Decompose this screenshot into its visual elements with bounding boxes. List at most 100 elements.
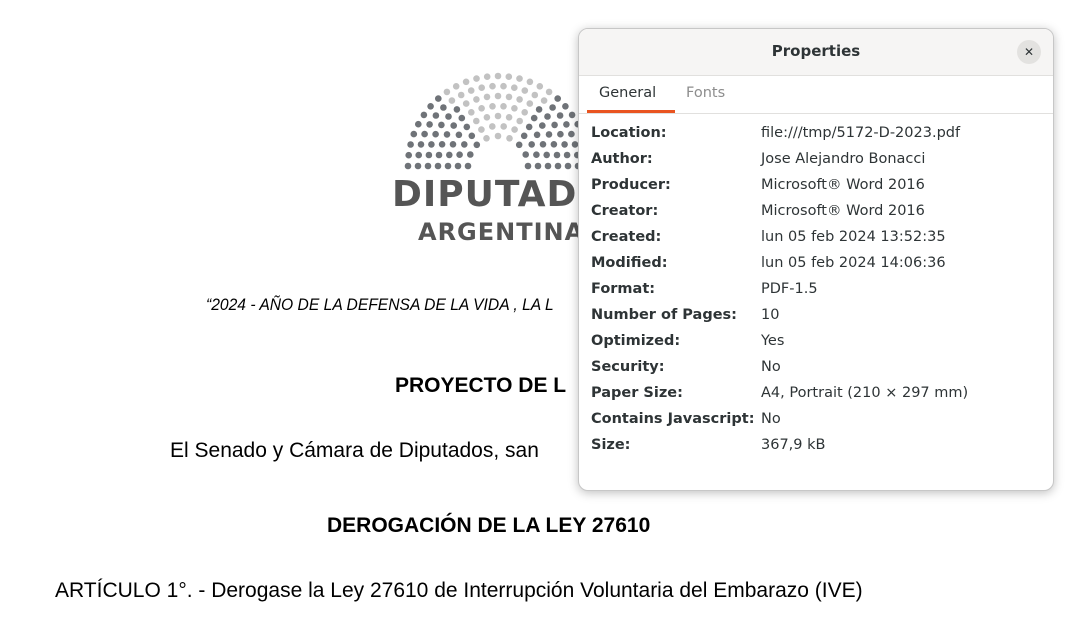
seat-dot bbox=[461, 141, 468, 148]
seat-dot bbox=[494, 72, 502, 80]
close-icon: ✕ bbox=[1023, 45, 1035, 59]
seat-dot bbox=[500, 123, 507, 130]
seat-dot bbox=[420, 111, 428, 119]
seat-dot bbox=[473, 96, 480, 103]
seat-dot bbox=[533, 151, 540, 158]
property-row: Creator: Microsoft® Word 2016 bbox=[591, 201, 1041, 227]
property-value[interactable]: lun 05 feb 2024 13:52:35 bbox=[761, 229, 946, 245]
seat-dot bbox=[524, 162, 532, 170]
seat-dot bbox=[438, 141, 446, 148]
seat-dot bbox=[564, 162, 572, 170]
seat-dot bbox=[561, 141, 568, 148]
seat-dot bbox=[506, 135, 513, 142]
seat-dot bbox=[563, 151, 571, 159]
property-row: Author: Jose Alejandro Bonacci bbox=[591, 149, 1041, 175]
tab-general[interactable]: General bbox=[599, 85, 656, 101]
seat-dot bbox=[445, 113, 452, 120]
property-value[interactable]: 10 bbox=[761, 307, 779, 323]
seat-dot bbox=[473, 75, 480, 82]
seat-dot bbox=[563, 121, 570, 128]
property-row: Security: No bbox=[591, 357, 1041, 383]
seat-dot bbox=[526, 100, 534, 107]
property-value[interactable]: lun 05 feb 2024 14:06:36 bbox=[761, 255, 946, 271]
seat-dot bbox=[536, 83, 544, 90]
property-value[interactable]: No bbox=[761, 359, 781, 375]
property-row: Created: lun 05 feb 2024 13:52:35 bbox=[591, 227, 1041, 253]
document-heading: PROYECTO DE L bbox=[395, 374, 567, 397]
logo-text-argentina: ARGENTINA bbox=[418, 218, 585, 246]
seat-dot bbox=[515, 141, 523, 149]
seat-dot bbox=[505, 73, 513, 80]
active-tab-indicator bbox=[587, 110, 675, 113]
property-value[interactable]: file:///tmp/5172-D-2023.pdf bbox=[761, 125, 960, 141]
pdf-viewer-page: DIPUTADOS ARGENTINA “2024 - AÑO DE LA DE… bbox=[0, 0, 1075, 640]
seat-dot bbox=[526, 78, 534, 86]
seat-dot bbox=[452, 83, 460, 90]
seat-dot bbox=[427, 103, 434, 110]
seat-dot bbox=[456, 151, 463, 158]
seat-dot bbox=[483, 135, 490, 142]
seat-dot bbox=[446, 151, 453, 159]
seat-dot bbox=[544, 113, 551, 120]
seat-dot bbox=[443, 88, 451, 96]
dialog-title: Properties bbox=[771, 42, 861, 60]
seat-dot bbox=[421, 130, 428, 138]
seat-dot bbox=[467, 87, 475, 94]
seat-dot bbox=[534, 162, 542, 170]
seat-dot bbox=[505, 114, 513, 121]
seat-dot bbox=[415, 151, 422, 159]
property-label: Creator: bbox=[591, 203, 659, 219]
seat-dot bbox=[410, 130, 418, 138]
property-value[interactable]: Microsoft® Word 2016 bbox=[761, 177, 925, 193]
seat-dot bbox=[404, 162, 412, 170]
seat-dot bbox=[511, 105, 518, 112]
seat-dot bbox=[494, 92, 502, 100]
property-label: Location: bbox=[591, 125, 667, 141]
properties-dialog: Properties ✕ General Fonts Location: file… bbox=[578, 28, 1054, 491]
seat-dot bbox=[432, 112, 440, 119]
seat-dot bbox=[525, 123, 533, 131]
seat-dot bbox=[407, 141, 414, 148]
seat-dot bbox=[539, 122, 546, 129]
seat-dot bbox=[462, 100, 470, 107]
seat-dot bbox=[489, 82, 496, 90]
property-value[interactable]: Yes bbox=[761, 333, 784, 349]
seat-dot bbox=[432, 130, 439, 138]
property-value[interactable]: 367,9 kB bbox=[761, 437, 825, 453]
property-row: Number of Pages: 10 bbox=[591, 305, 1041, 331]
seat-dot bbox=[568, 130, 575, 138]
seat-dot bbox=[540, 97, 548, 104]
property-label: Format: bbox=[591, 281, 656, 297]
seat-dot bbox=[467, 151, 474, 158]
seat-dot bbox=[543, 151, 550, 159]
property-value[interactable]: PDF-1.5 bbox=[761, 281, 818, 297]
seat-dot bbox=[457, 91, 465, 99]
property-row: Paper Size: A4, Portrait (210 × 297 mm) bbox=[591, 383, 1041, 409]
property-label: Contains Javascript: bbox=[591, 411, 755, 427]
seat-dot bbox=[551, 121, 558, 129]
tab-fonts[interactable]: Fonts bbox=[686, 85, 725, 101]
seat-dot bbox=[511, 126, 518, 133]
seat-dot bbox=[450, 122, 457, 129]
seat-dot bbox=[434, 162, 442, 170]
seat-dot bbox=[448, 97, 456, 104]
seat-dot bbox=[417, 141, 425, 148]
seat-dot bbox=[443, 131, 451, 138]
seat-dot bbox=[520, 132, 528, 140]
seat-dot bbox=[438, 121, 445, 129]
property-value[interactable]: Jose Alejandro Bonacci bbox=[761, 151, 925, 167]
property-row: Optimized: Yes bbox=[591, 331, 1041, 357]
seat-dot bbox=[428, 141, 435, 148]
seat-dot bbox=[462, 78, 470, 86]
property-value[interactable]: A4, Portrait (210 × 297 mm) bbox=[761, 385, 968, 401]
seat-dot bbox=[473, 117, 480, 125]
seat-dot bbox=[483, 93, 491, 101]
properties-list: Location: file:///tmp/5172-D-2023.pdf Auth… bbox=[591, 123, 1041, 461]
seat-dot bbox=[533, 131, 541, 139]
close-button[interactable]: ✕ bbox=[1017, 40, 1041, 64]
seat-dot bbox=[554, 95, 561, 102]
seat-dot bbox=[426, 121, 433, 128]
seat-dot bbox=[553, 151, 561, 159]
property-value[interactable]: No bbox=[761, 411, 781, 427]
property-value[interactable]: Microsoft® Word 2016 bbox=[761, 203, 925, 219]
